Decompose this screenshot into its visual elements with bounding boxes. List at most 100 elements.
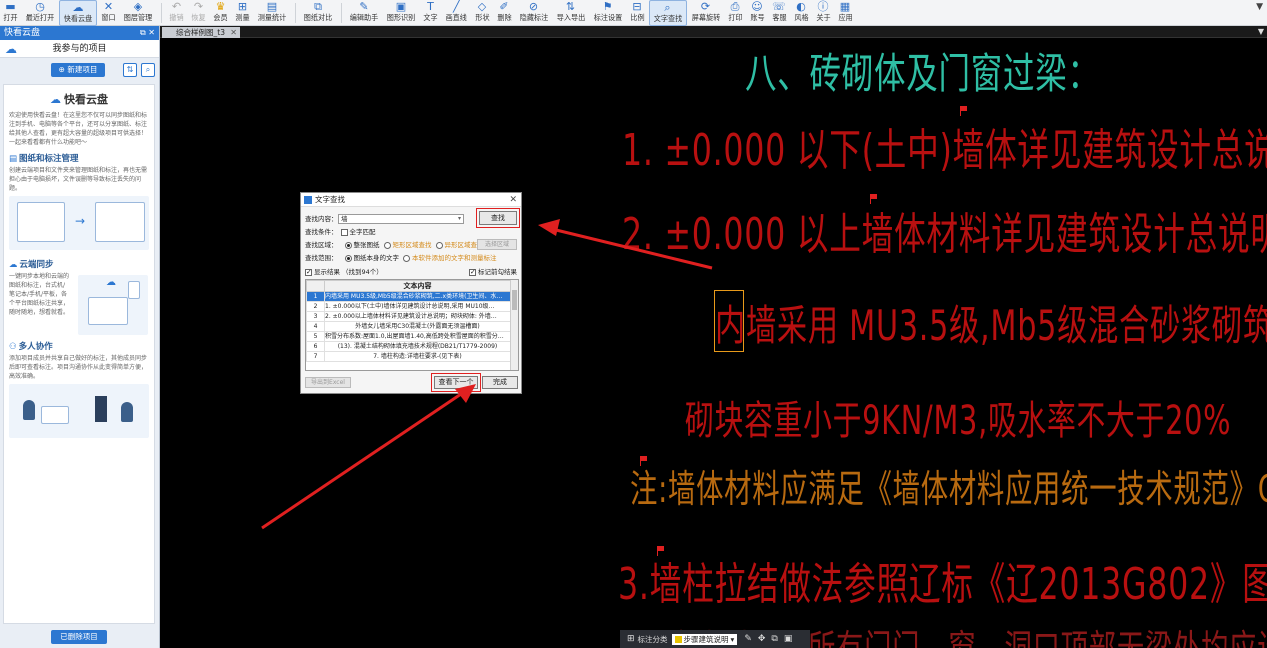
move-icon[interactable]: ✥ bbox=[758, 634, 766, 644]
close-icon[interactable]: ✕ bbox=[230, 27, 237, 38]
document-tabbar: 综合样例图_t3 ✕ ▼ bbox=[160, 26, 1267, 38]
results-grid: 文本内容 1 内墙采用 MU3.5级,Mb5级混合砂浆砌筑,二.x类环境(卫生间、… bbox=[306, 280, 511, 362]
toolbar-button-support[interactable]: ☏ 客服 bbox=[769, 0, 790, 26]
condition-row: 查找条件： 全字匹配 bbox=[305, 227, 376, 237]
toolbar-button-import-export[interactable]: ⇅ 导入导出 bbox=[553, 0, 589, 26]
toolbar-button-folder[interactable]: ▬ 打开 bbox=[0, 0, 21, 26]
toolbar-collapse-icon[interactable]: ▼ bbox=[1256, 2, 1263, 12]
toolbar-button-eraser[interactable]: ✐ 删除 bbox=[494, 0, 515, 26]
toolbar-button-window[interactable]: ✕ 窗口 bbox=[98, 0, 119, 26]
team-icon: ⚇ bbox=[9, 342, 17, 352]
toolbar-button-hide[interactable]: ⊘ 隐藏标注 bbox=[516, 0, 552, 26]
select-area-button[interactable]: 选择区域 bbox=[477, 239, 517, 250]
toolbar-button-apps[interactable]: ▦ 应用 bbox=[835, 0, 856, 26]
chevron-down-icon[interactable]: ▾ bbox=[458, 215, 461, 223]
desk-illustration bbox=[41, 406, 69, 424]
show-results-checkbox[interactable] bbox=[305, 267, 312, 277]
area-whole-label: 整张图纸 bbox=[353, 241, 380, 249]
search-highlight-box bbox=[714, 290, 744, 352]
toolbar-button-shape[interactable]: ◇ 形状 bbox=[472, 0, 493, 26]
toolbar-button-compare[interactable]: ⧉ 图纸对比 bbox=[300, 0, 336, 26]
toolbar-button-stats[interactable]: ▤ 测量统计 bbox=[254, 0, 290, 26]
toolbar-button-vip[interactable]: ♛ 会员 bbox=[210, 0, 231, 26]
toolbar-button-undo[interactable]: ↶ 撤销 bbox=[166, 0, 187, 26]
project-header[interactable]: ☁ 我参与的项目 bbox=[0, 40, 159, 58]
full-match-checkbox[interactable] bbox=[340, 228, 348, 236]
vip-icon: ♛ bbox=[215, 0, 226, 13]
app-icon bbox=[304, 196, 312, 204]
scope-added-radio[interactable] bbox=[403, 254, 410, 262]
tab-drawing[interactable]: 综合样例图_t3 ✕ bbox=[162, 27, 240, 38]
redo-icon: ↷ bbox=[193, 0, 204, 13]
toolbar-button-line[interactable]: ╱ 画直线 bbox=[442, 0, 471, 26]
export-excel-button[interactable]: 导出到Excel bbox=[305, 377, 351, 388]
section-text-collab: 添加项目成员并共享自己做好的标注，其他成员同步后即可查看标注。项目沟通协作从此变… bbox=[9, 355, 148, 380]
sync-button[interactable]: ⇅ bbox=[123, 63, 137, 77]
area-label: 查找区域： bbox=[305, 241, 338, 249]
mark-before-checkbox[interactable] bbox=[469, 267, 476, 277]
grid-icon[interactable]: ⊞ bbox=[627, 634, 635, 644]
find-next-button[interactable]: 查看下一个 bbox=[431, 373, 481, 392]
mark-before-label: 标记前勾结果 bbox=[478, 268, 517, 276]
table-row[interactable]: 4 外墙女儿墙采用C30混凝土(外露面无须温槽面) bbox=[306, 321, 511, 332]
toolbar-button-clock[interactable]: ◷ 最近打开 bbox=[22, 0, 58, 26]
table-row[interactable]: 6 (13). 混凝土结构砌体填充墙技术规程(DB21/T1779-2009) bbox=[306, 341, 511, 352]
scrollbar-thumb[interactable] bbox=[512, 290, 517, 310]
toolbar-label: 测量 bbox=[235, 13, 250, 22]
style-icon: ◐ bbox=[796, 0, 806, 13]
info-icon: ⓘ bbox=[817, 0, 829, 13]
toolbar-button-account[interactable]: ☺ 账号 bbox=[747, 0, 768, 26]
toolbar-button-recognize[interactable]: ▣ 图形识别 bbox=[383, 0, 419, 26]
toolbar-button-info[interactable]: ⓘ 关于 bbox=[813, 0, 834, 26]
table-row[interactable]: 1 内墙采用 MU3.5级,Mb5级混合砂浆砌筑,二.x类环境(卫生间、水… bbox=[306, 291, 511, 302]
find-button[interactable]: 查找 bbox=[476, 208, 520, 228]
result-count: （找到94个） bbox=[342, 268, 383, 276]
paste-icon[interactable]: ▣ bbox=[784, 634, 793, 644]
toolbar-button-text[interactable]: T 文字 bbox=[420, 0, 441, 26]
sidebar-window-controls-icon[interactable]: ⧉ ✕ bbox=[140, 26, 155, 40]
area-whole-radio[interactable] bbox=[344, 241, 352, 249]
scope-drawing-radio[interactable] bbox=[344, 254, 352, 262]
done-button[interactable]: 完成 bbox=[482, 376, 518, 389]
toolbar-button-label-settings[interactable]: ⚑ 标注设置 bbox=[590, 0, 626, 26]
support-icon: ☏ bbox=[772, 0, 786, 13]
toolbar-button-print[interactable]: ⎙ 打印 bbox=[725, 0, 746, 26]
tab-dropdown-icon[interactable]: ▼ bbox=[1258, 26, 1264, 37]
section-title-collab: ⚇ 多人协作 bbox=[9, 342, 53, 352]
toolbar-button-scale[interactable]: ⊟ 比例 bbox=[627, 0, 648, 26]
annotation-category-select[interactable]: 步骤建筑说明 ▾ bbox=[671, 633, 738, 645]
table-row[interactable]: 3 2. ±0.000以上墙体材料详见建筑设计总说明；砌块砌体: 外墙… bbox=[306, 311, 511, 322]
area-irregular-radio[interactable] bbox=[435, 241, 443, 249]
toolbar-button-layers[interactable]: ◈ 图层管理 bbox=[120, 0, 156, 26]
toolbar-button-redo[interactable]: ↷ 恢复 bbox=[188, 0, 209, 26]
marker-flag-icon[interactable] bbox=[960, 106, 967, 116]
color-swatch bbox=[674, 635, 682, 643]
search-button[interactable]: ⌕ bbox=[141, 63, 155, 77]
eraser-icon: ✐ bbox=[499, 0, 509, 13]
toolbar-button-cloud[interactable]: ☁ 快看云盘 bbox=[59, 0, 97, 26]
removed-projects-button[interactable]: 已删除项目 bbox=[51, 630, 107, 644]
phone-illustration bbox=[128, 281, 140, 299]
toolbar-button-edit[interactable]: ✎ 编辑助手 bbox=[346, 0, 382, 26]
table-row[interactable]: 5 积雪分布系数:屋面1.0,出屋面墙1.40,高低跨处积雪屋面的积雪分… bbox=[306, 331, 511, 342]
dialog-titlebar[interactable]: 文字查找 ✕ bbox=[301, 193, 521, 207]
copy-icon[interactable]: ⧉ bbox=[771, 634, 777, 644]
close-icon[interactable]: ✕ bbox=[509, 193, 517, 207]
table-row[interactable]: 2 1. ±0.000以下(土中)墙体详见建筑设计总说明,采用 MU10级… bbox=[306, 301, 511, 312]
toolbar-button-measure[interactable]: ⊞ 测量 bbox=[232, 0, 253, 26]
find-input[interactable]: 墙 ▾ bbox=[338, 214, 464, 224]
full-match-label: 全字匹配 bbox=[349, 228, 376, 236]
toolbar-button-text-search[interactable]: ⌕ 文字查找 bbox=[648, 0, 687, 26]
person-illustration bbox=[23, 400, 35, 420]
edit-icon: ✎ bbox=[359, 0, 369, 13]
new-project-button[interactable]: ⊕ 新建项目 bbox=[51, 63, 105, 77]
edit-icon[interactable]: ✎ bbox=[744, 634, 752, 644]
area-rect-radio[interactable] bbox=[383, 241, 391, 249]
toolbar-button-style[interactable]: ◐ 风格 bbox=[791, 0, 812, 26]
table-row[interactable]: 7 7. 墙柱构造:详墙柱要求-(见下表) bbox=[306, 351, 511, 362]
results-scrollbar[interactable] bbox=[510, 280, 518, 370]
toolbar-button-rotate[interactable]: ⟳ 屏幕旋转 bbox=[688, 0, 724, 26]
table-header-num bbox=[306, 280, 325, 292]
rotate-icon: ⟳ bbox=[700, 0, 711, 13]
section-text-management: 创建云端项目和文件夹来管理图纸和标注，再也无需担心由于电脑损坏，文件误删等导致标… bbox=[9, 167, 148, 192]
